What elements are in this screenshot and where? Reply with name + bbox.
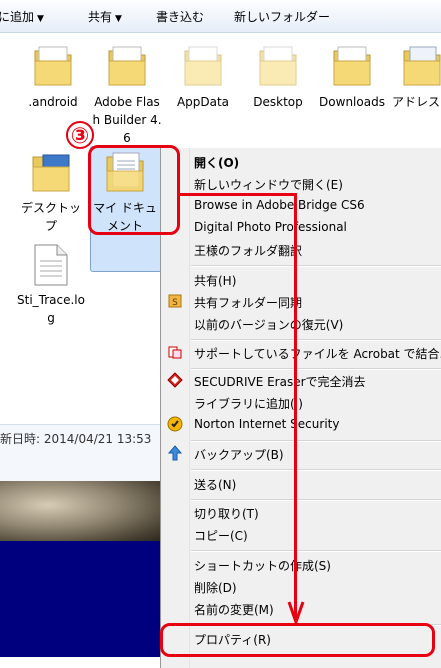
new-folder-label: 新しいフォルダー [234,10,331,24]
menu-item-acrobat-combine[interactable]: サポートしているファイルを Acrobat で結合... [194,345,441,362]
file-label: デスクトップ [20,201,81,233]
file-item-adobe-flash-builder[interactable]: Adobe Flash Builder 4.6 [92,43,162,147]
burn-label: 書き込む [156,10,205,24]
menu-separator [191,265,441,267]
folder-icon [184,46,222,86]
connector-arrow-icon [287,601,305,624]
norton-icon [167,416,183,432]
menu-item-add-library[interactable]: ライブラリに追加(I) [194,395,303,412]
menu-item-open-new-window[interactable]: 新しいウィンドウで開く(E) [194,176,343,193]
file-label: Sti_Trace.log [17,293,85,325]
file-item-downloads[interactable]: Downloads [319,43,385,111]
menu-item-cut[interactable]: 切り取り(T) [194,505,259,522]
desktop-background [0,541,160,657]
command-bar: に追加 ▼ 共有 ▼ 書き込む 新しいフォルダー [0,0,441,33]
file-label: アドレス [392,95,441,109]
menu-item-open[interactable]: 開く(O) [194,154,239,171]
chevron-down-icon: ▼ [115,14,122,24]
text-file-icon [34,244,68,286]
desktop-folder-icon [32,154,70,192]
folder-icon [259,46,297,86]
file-item-desktop[interactable]: Desktop [243,43,313,111]
highlight-box-properties [160,623,435,657]
connector-line-vertical [294,193,297,621]
desktop-wallpaper [0,481,160,541]
file-item-sti-trace-log[interactable]: Sti_Trace.log [16,243,86,327]
folder-icon [333,46,371,86]
sync-icon: S [168,294,182,308]
menu-separator [191,440,441,442]
menu-item-secudrive[interactable]: SECUDRIVE Eraserで完全消去 [194,373,366,390]
file-label: .android [28,95,78,109]
backup-icon [167,445,183,461]
menu-item-browse-bridge[interactable]: Browse in Adobe Bridge CS6 [194,198,365,212]
add-to-library-button[interactable]: に追加 ▼ [0,8,44,25]
menu-item-shared-folder-sync[interactable]: 共有フォルダー同期 [194,294,302,311]
chevron-down-icon: ▼ [37,14,44,24]
menu-item-delete[interactable]: 削除(D) [194,579,237,596]
modified-date: 新日時: 2014/04/21 13:53 [0,432,152,446]
file-label: AppData [176,95,230,109]
folder-icon [34,46,72,86]
file-item-desktop-jp[interactable]: デスクトップ [16,149,86,235]
new-folder-button[interactable]: 新しいフォルダー [234,8,330,25]
menu-item-create-shortcut[interactable]: ショートカットの作成(S) [194,557,331,574]
file-item-appdata[interactable]: AppData [168,43,238,111]
secudrive-icon [167,372,183,388]
svg-text:S: S [172,298,178,308]
file-item-address-book[interactable]: アドレス [392,43,441,111]
menu-separator [191,550,441,552]
menu-item-folder-translate[interactable]: 王様のフォルダ翻訳 [194,242,302,259]
menu-item-rename[interactable]: 名前の変更(M) [194,601,274,618]
add-to-library-label: に追加 [0,10,35,24]
menu-separator [191,368,441,370]
details-pane: 新日時: 2014/04/21 13:53 [0,424,160,481]
burn-button[interactable]: 書き込む [156,8,204,25]
menu-item-digital-photo[interactable]: Digital Photo Professional [194,220,347,234]
highlight-box-my-documents [88,145,180,235]
menu-item-norton[interactable]: Norton Internet Security [194,417,339,431]
step-number-badge: ③ [66,121,94,149]
file-item-android[interactable]: .android [18,43,88,111]
share-button[interactable]: 共有 ▼ [88,8,122,25]
share-label: 共有 [88,10,113,24]
menu-item-backup[interactable]: バックアップ(B) [194,446,284,463]
menu-item-copy[interactable]: コピー(C) [194,527,248,544]
menu-item-restore-previous[interactable]: 以前のバージョンの復元(V) [194,316,343,333]
menu-separator [191,339,441,341]
contacts-folder-icon [403,46,441,86]
acrobat-icon [168,346,182,359]
menu-separator [191,469,441,471]
connector-line-horizontal [180,193,296,196]
menu-item-send-to[interactable]: 送る(N) [194,476,236,493]
menu-separator [191,499,441,501]
file-label: Desktop [253,95,303,109]
menu-item-share[interactable]: 共有(H) [194,272,236,289]
file-label: Downloads [319,95,385,109]
folder-icon [108,46,146,86]
file-label: Adobe Flash Builder 4.6 [92,95,162,145]
context-menu: 開く(O) 新しいウィンドウで開く(E) Browse in Adobe Bri… [160,148,441,668]
